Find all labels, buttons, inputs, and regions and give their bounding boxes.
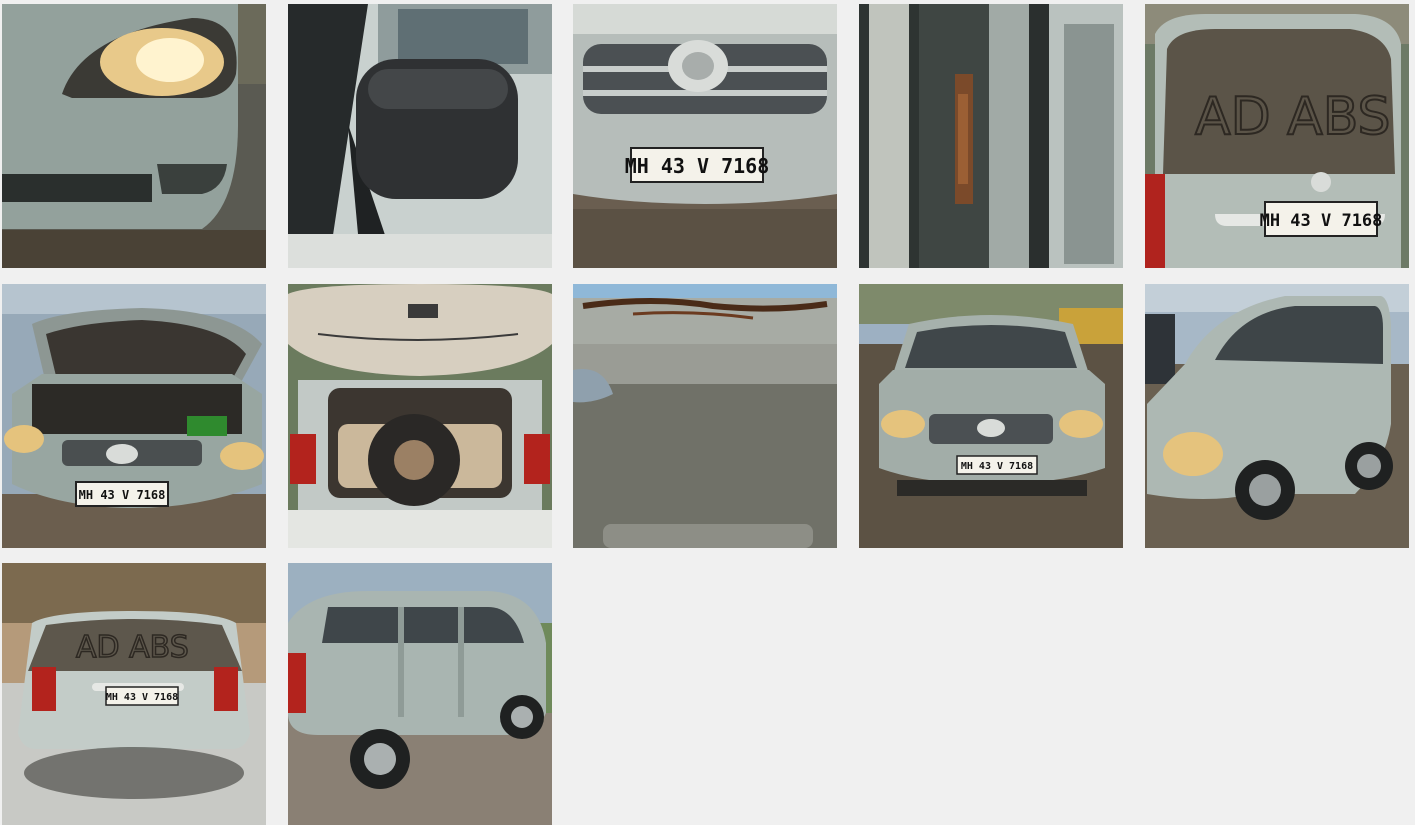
photo-side-view[interactable] — [288, 563, 552, 825]
plate-number: MH 43 V 7168 — [79, 488, 166, 502]
photo-rear-view[interactable]: AD ABS MH 43 V 7168 — [2, 563, 266, 825]
photo-roof-rust[interactable] — [573, 284, 837, 548]
photo-side-mirror[interactable] — [288, 4, 552, 268]
car-front-icon: MH 43 V 7168 — [859, 284, 1123, 548]
rear-window-closeup-icon: AD ABS MH 43 V 7168 — [1145, 4, 1409, 268]
front-grille-plate-icon: MH 43 V 7168 — [573, 4, 837, 268]
car-rear-icon: AD ABS MH 43 V 7168 — [2, 563, 266, 825]
window-scrawl: AD ABS — [1195, 87, 1390, 147]
plate-number: MH 43 V 7168 — [625, 154, 770, 178]
window-scrawl: AD ABS — [76, 630, 189, 665]
roof-rust-closeup-icon — [573, 284, 837, 548]
photo-open-trunk[interactable] — [288, 284, 552, 548]
photo-front-view[interactable]: MH 43 V 7168 — [859, 284, 1123, 548]
headlight-closeup-icon — [2, 4, 266, 268]
side-mirror-closeup-icon — [288, 4, 552, 268]
plate-number: MH 43 V 7168 — [106, 692, 178, 703]
photo-front-three-quarter[interactable] — [1145, 284, 1409, 548]
plate-number: MH 43 V 7168 — [961, 461, 1033, 472]
photo-engine-bay[interactable]: MH 43 V 7168 — [2, 284, 266, 548]
photo-front-grille[interactable]: MH 43 V 7168 — [573, 4, 837, 268]
open-hood-icon: MH 43 V 7168 — [2, 284, 266, 548]
rust-pillar-closeup-icon — [859, 4, 1123, 268]
photo-door-pillar-rust[interactable] — [859, 4, 1123, 268]
photo-gallery: MH 43 V 7168 AD ABS MH 43 V 7168 MH 43 V… — [0, 0, 1415, 825]
car-three-quarter-icon — [1145, 284, 1409, 548]
photo-rear-window-dust[interactable]: AD ABS MH 43 V 7168 — [1145, 4, 1409, 268]
open-trunk-icon — [288, 284, 552, 548]
photo-front-left-headlight[interactable] — [2, 4, 266, 268]
plate-number: MH 43 V 7168 — [1260, 211, 1383, 231]
car-side-icon — [288, 563, 552, 825]
